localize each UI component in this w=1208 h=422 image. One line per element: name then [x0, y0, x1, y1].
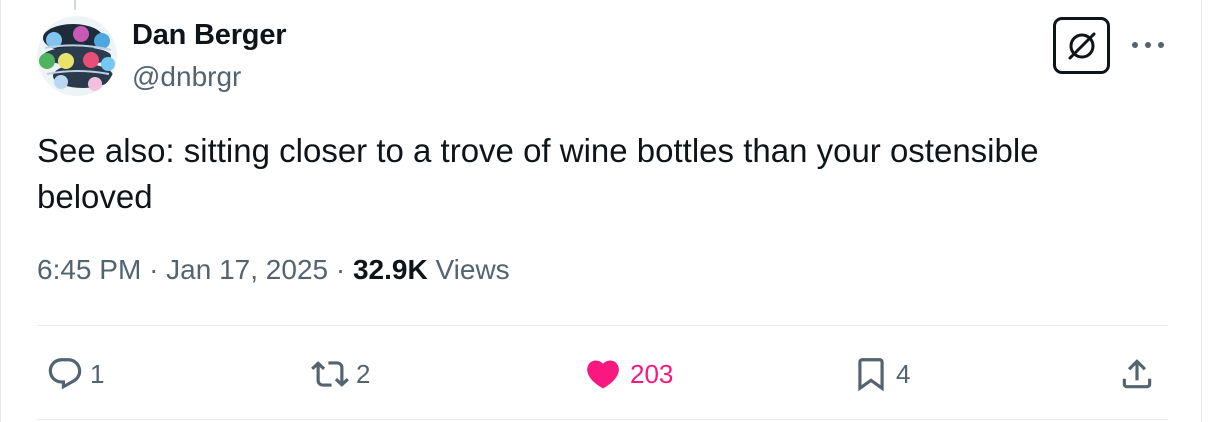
tweet-time[interactable]: 6:45 PM: [37, 254, 141, 285]
more-options-button[interactable]: [1128, 30, 1168, 60]
bookmark-icon: [858, 358, 884, 392]
share-icon: [1122, 359, 1152, 389]
grok-button[interactable]: [1053, 17, 1110, 74]
reply-count: 1: [90, 358, 105, 389]
reply-button[interactable]: 1: [46, 355, 104, 393]
repost-count: 2: [356, 358, 371, 389]
reply-icon: [48, 358, 82, 390]
avatar[interactable]: [37, 16, 117, 96]
author-handle[interactable]: @dnbrgr: [132, 61, 241, 93]
share-button[interactable]: [1118, 355, 1156, 393]
tweet-date[interactable]: Jan 17, 2025: [166, 254, 328, 285]
repost-icon: [311, 361, 349, 387]
meta-separator: ·: [335, 254, 346, 285]
grok-icon: [1068, 32, 1095, 59]
bookmark-count: 4: [896, 358, 911, 389]
more-icon: [1132, 42, 1164, 48]
views-count[interactable]: 32.9K: [353, 254, 428, 285]
thread-connector-line: [74, 0, 76, 10]
tweet-metadata: 6:45 PM · Jan 17, 2025 · 32.9K Views: [37, 254, 510, 286]
tweet-text: See also: sitting closer to a trove of w…: [37, 132, 1039, 215]
like-count: 203: [630, 358, 674, 389]
divider-bottom: [37, 419, 1168, 420]
card-border-left: [0, 0, 1, 422]
card-border-right: [1201, 0, 1202, 422]
meta-separator: ·: [149, 254, 159, 285]
bookmark-button[interactable]: 4: [852, 355, 910, 393]
repost-button[interactable]: 2: [310, 355, 370, 393]
author-name[interactable]: Dan Berger: [132, 19, 287, 52]
like-button[interactable]: 203: [582, 355, 673, 393]
heart-icon: [587, 360, 619, 389]
views-label[interactable]: Views: [435, 254, 509, 285]
divider: [37, 325, 1168, 326]
avatar-image: [37, 16, 117, 96]
